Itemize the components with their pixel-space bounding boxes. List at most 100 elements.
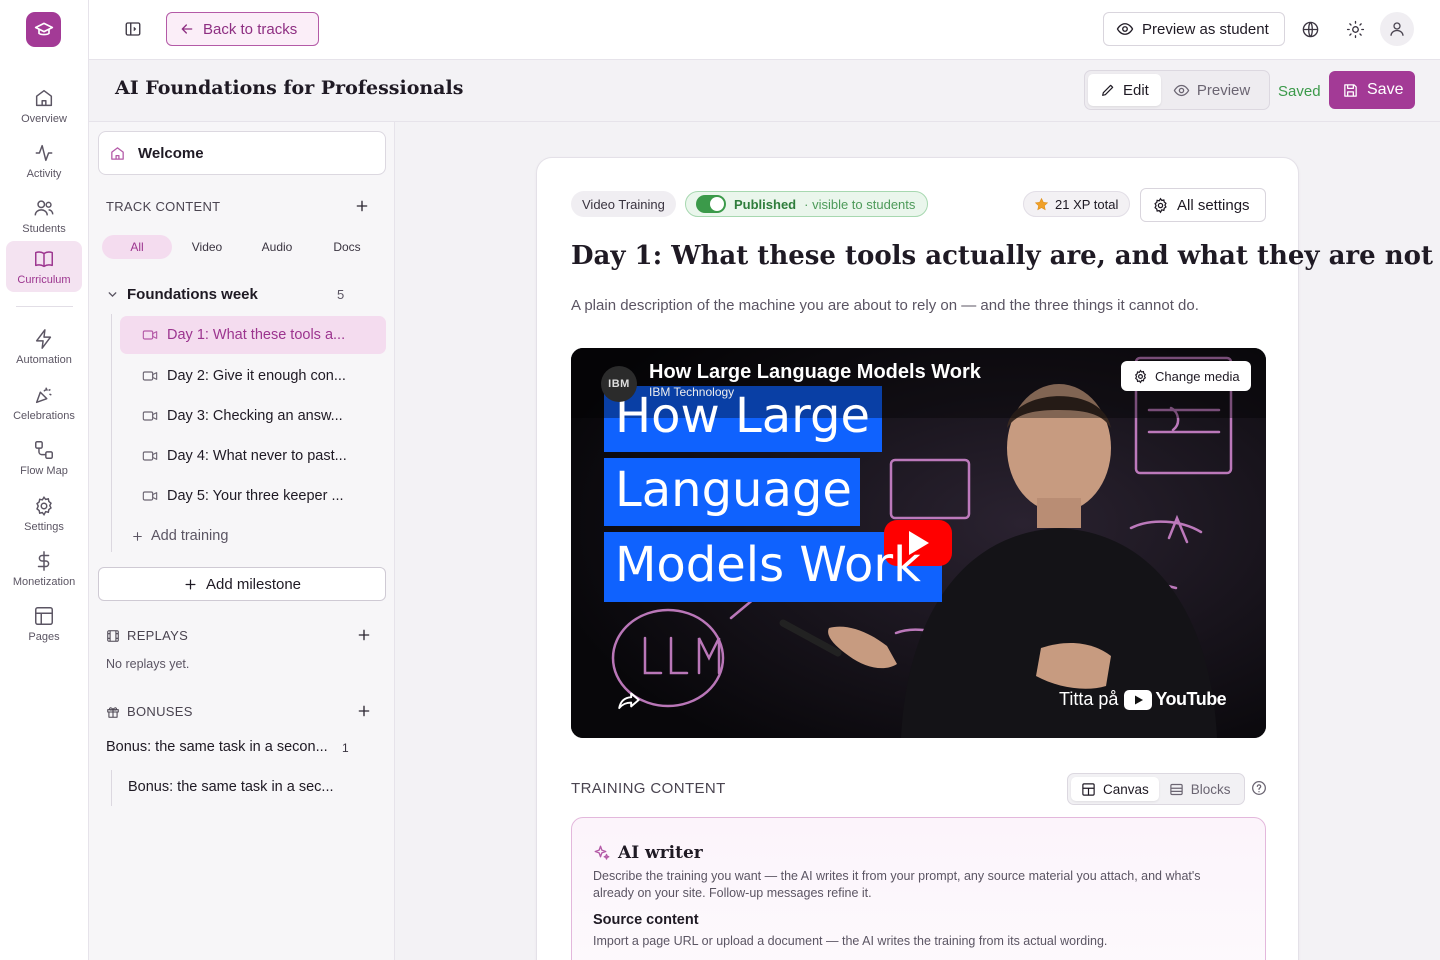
lesson-item-day-2[interactable]: Day 2: Give it enough con... xyxy=(120,357,386,395)
help-icon[interactable] xyxy=(1251,780,1267,796)
plus-icon xyxy=(358,705,370,717)
back-to-tracks-label: Back to tracks xyxy=(203,20,298,38)
rail-item-settings[interactable]: Settings xyxy=(6,488,82,540)
lesson-item-day-4[interactable]: Day 4: What never to past... xyxy=(120,437,386,475)
lesson-title-heading[interactable]: Day 1: What these tools actually are, an… xyxy=(571,241,1433,271)
back-to-tracks-button[interactable]: Back to tracks xyxy=(166,12,319,46)
app-logo[interactable] xyxy=(26,12,61,47)
video-icon xyxy=(142,330,158,340)
gear-icon xyxy=(36,496,52,517)
video-channel-name[interactable]: IBM Technology xyxy=(649,385,734,399)
add-replay-button[interactable] xyxy=(354,625,374,645)
canvas-view-button[interactable]: Canvas xyxy=(1071,777,1159,801)
youtube-icon xyxy=(1124,689,1153,710)
rail-item-flow-map[interactable]: Flow Map xyxy=(6,432,82,484)
rail-item-activity[interactable]: Activity xyxy=(6,135,82,187)
theme-toggle-button[interactable] xyxy=(1340,14,1370,44)
watch-on-label: Titta på xyxy=(1059,689,1119,709)
rail-item-celebrations[interactable]: Celebrations xyxy=(6,377,82,429)
plus-icon xyxy=(356,200,368,212)
add-milestone-button[interactable]: Add milestone xyxy=(98,567,386,601)
gift-icon xyxy=(107,706,119,718)
published-toggle[interactable]: Published · visible to students xyxy=(685,191,929,217)
video-embed[interactable]: How Large Language Models Work IBM How L… xyxy=(571,348,1266,738)
blocks-view-button[interactable]: Blocks xyxy=(1159,777,1241,801)
replays-label: REPLAYS xyxy=(127,628,189,643)
rail-label: Activity xyxy=(26,168,62,180)
watch-on-youtube-link[interactable]: Titta på YouTube xyxy=(1059,689,1227,710)
top-bar: Back to tracks Preview as student xyxy=(89,0,1440,60)
rail-label: Automation xyxy=(16,354,72,366)
preview-mode-button[interactable]: Preview xyxy=(1161,74,1262,106)
welcome-label: Welcome xyxy=(138,144,204,162)
add-bonus-button[interactable] xyxy=(354,701,374,721)
curriculum-sidebar: Welcome TRACK CONTENT All Video Audio Do… xyxy=(89,122,395,960)
bonus-item[interactable]: Bonus: the same task in a sec... xyxy=(128,779,334,795)
bonuses-label: BONUSES xyxy=(127,704,193,719)
group-foundations-week[interactable]: Foundations week xyxy=(106,283,346,305)
editor-header: AI Foundations for Professionals Edit Pr… xyxy=(89,60,1440,122)
video-icon xyxy=(142,451,158,461)
add-training-button[interactable]: Add training xyxy=(131,528,228,544)
lesson-item-day-1[interactable]: Day 1: What these tools a... xyxy=(120,316,386,354)
all-settings-label: All settings xyxy=(1177,196,1250,214)
tree-guide-line xyxy=(111,314,112,552)
video-icon xyxy=(142,491,158,501)
edit-mode-button[interactable]: Edit xyxy=(1088,74,1161,106)
mode-toggle: Edit Preview xyxy=(1084,70,1270,110)
gear-icon xyxy=(1154,197,1167,213)
lesson-title: Day 5: Your three keeper ... xyxy=(167,488,344,504)
language-button[interactable] xyxy=(1295,14,1325,44)
rail-item-students[interactable]: Students xyxy=(6,190,82,242)
rail-item-overview[interactable]: Overview xyxy=(6,80,82,132)
lesson-item-day-5[interactable]: Day 5: Your three keeper ... xyxy=(120,477,386,515)
rail-item-curriculum[interactable]: Curriculum xyxy=(6,241,82,292)
add-track-content-button[interactable] xyxy=(352,196,372,216)
user-avatar-button[interactable] xyxy=(1380,12,1414,46)
published-label: Published xyxy=(734,196,797,212)
add-milestone-label: Add milestone xyxy=(205,575,302,593)
eye-icon xyxy=(1173,84,1190,96)
bonuses-heading: BONUSES xyxy=(106,704,193,719)
bonus-group[interactable]: Bonus: the same task in a secon... xyxy=(106,739,328,755)
welcome-item[interactable]: Welcome xyxy=(98,131,386,175)
rail-label: Students xyxy=(22,223,66,235)
rail-item-automation[interactable]: Automation xyxy=(6,321,82,373)
rail-label: Curriculum xyxy=(17,274,71,286)
lesson-item-day-3[interactable]: Day 3: Checking an answ... xyxy=(120,397,386,435)
users-icon xyxy=(34,200,54,216)
share-icon[interactable] xyxy=(616,688,642,714)
preview-as-student-button[interactable]: Preview as student xyxy=(1103,12,1285,46)
film-icon xyxy=(107,629,119,642)
xp-label: 21 XP total xyxy=(1055,196,1119,212)
rail-label: Monetization xyxy=(12,576,76,588)
layout-icon xyxy=(35,607,53,625)
toggle-sidebar-button[interactable] xyxy=(118,14,148,44)
change-media-button[interactable]: Change media xyxy=(1121,361,1251,391)
lesson-editor-card: Video Training Published · visible to st… xyxy=(536,157,1433,960)
rail-item-pages[interactable]: Pages xyxy=(6,598,82,650)
save-button[interactable]: Save xyxy=(1329,71,1415,109)
tree-guide-line xyxy=(111,770,112,806)
channel-logo[interactable]: IBM xyxy=(601,366,637,402)
preview-mode-label: Preview xyxy=(1196,81,1251,99)
filter-docs[interactable]: Docs xyxy=(312,235,382,259)
filter-video[interactable]: Video xyxy=(172,235,242,259)
content-filter-tabs: All Video Audio Docs xyxy=(102,235,382,259)
video-icon xyxy=(142,371,158,381)
lesson-description[interactable]: A plain description of the machine you a… xyxy=(571,297,1199,314)
filter-all[interactable]: All xyxy=(102,235,172,259)
all-settings-button[interactable]: All settings xyxy=(1140,188,1266,222)
save-label: Save xyxy=(1367,81,1404,98)
filter-audio[interactable]: Audio xyxy=(242,235,312,259)
toggle-switch[interactable] xyxy=(696,195,726,213)
rail-label: Settings xyxy=(24,521,64,533)
video-icon xyxy=(142,411,158,421)
rail-item-monetization[interactable]: Monetization xyxy=(6,543,82,595)
plus-icon xyxy=(358,629,370,641)
flow-icon xyxy=(35,441,53,459)
video-title[interactable]: How Large Language Models Work xyxy=(649,361,981,384)
left-rail: Overview Activity Students Curriculum Au… xyxy=(0,0,89,960)
globe-icon xyxy=(1302,21,1318,37)
blocks-icon xyxy=(1170,783,1183,795)
